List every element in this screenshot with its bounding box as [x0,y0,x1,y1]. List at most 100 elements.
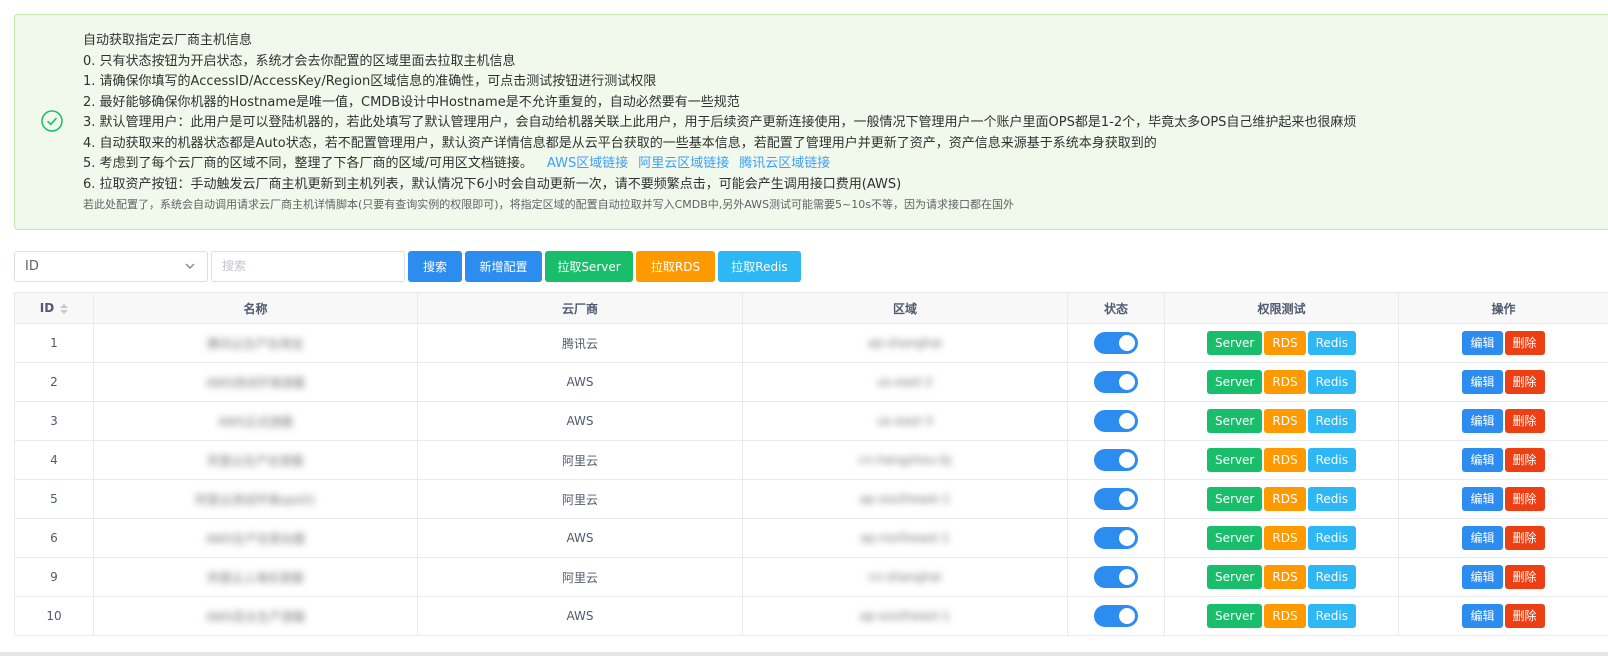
alert-line-3: 3. 默认管理用户：此用户是可以登陆机器的，若此处填写了默认管理用户，会自动给机… [83,115,1357,130]
cell-permission-test: Server RDS Redis [1164,479,1399,519]
table-body: 1 腾讯云生产在用宝 腾讯云 ap-shanghai Server RDS Redis 编辑删… [14,323,1608,636]
status-toggle[interactable] [1094,566,1138,588]
col-actions: 操作 [1398,292,1608,324]
pull-rds-button[interactable]: 拉取RDS [636,250,715,282]
delete-button[interactable]: 删除 [1504,526,1545,550]
cloud-config-table: ID 名称 云厂商 区域 状态 权限测试 操作 1 腾讯云生产在用宝 腾讯云 ap-s… [14,292,1608,636]
sort-icon[interactable] [60,303,69,314]
cell-status [1067,440,1165,480]
toggle-knob [1119,335,1135,351]
cell-region: cn-hangzhou-bj [742,440,1068,480]
search-input[interactable] [211,250,405,282]
cell-actions: 编辑 删除 [1398,557,1608,597]
cell-actions: 编辑 删除 [1398,440,1608,480]
delete-button[interactable]: 删除 [1504,487,1545,511]
cell-vendor: 腾讯云 [417,323,743,363]
cell-region: ap-northeast-1 [742,518,1068,558]
horizontal-scrollbar[interactable] [0,652,1608,656]
search-button[interactable]: 搜索 [408,250,462,282]
delete-button[interactable]: 删除 [1504,370,1545,394]
cell-vendor: AWS [417,596,743,636]
edit-button[interactable]: 编辑 [1462,604,1503,628]
status-toggle[interactable] [1094,488,1138,510]
test-server-button[interactable]: Server [1207,487,1263,511]
table-header-row: ID 名称 云厂商 区域 状态 权限测试 操作 [14,292,1608,324]
status-toggle[interactable] [1094,332,1138,354]
cell-status [1067,401,1165,441]
test-rds-button[interactable]: RDS [1264,487,1306,511]
cell-region: ap-southeast-1 [742,596,1068,636]
status-toggle[interactable] [1094,410,1138,432]
edit-button[interactable]: 编辑 [1462,331,1503,355]
cell-name: 阿里云上海在营服 [93,557,418,597]
test-rds-button[interactable]: RDS [1264,526,1306,550]
cell-actions: 编辑 删除 [1398,518,1608,558]
edit-button[interactable]: 编辑 [1462,487,1503,511]
test-redis-button[interactable]: Redis [1307,487,1356,511]
aws-region-link[interactable]: AWS区域链接 [547,156,628,171]
cell-name-text: 阿里云上海在营服 [207,570,304,585]
alert-line-1: 1. 请确保你填写的AccessID/AccessKey/Region区域信息的… [83,74,657,89]
test-server-button[interactable]: Server [1207,331,1263,355]
delete-button[interactable]: 删除 [1504,565,1545,589]
col-id[interactable]: ID [14,292,94,324]
tencent-region-link[interactable]: 腾讯云区域链接 [739,156,830,171]
status-toggle[interactable] [1094,527,1138,549]
toggle-knob [1119,452,1135,468]
test-redis-button[interactable]: Redis [1307,448,1356,472]
status-toggle[interactable] [1094,605,1138,627]
pull-server-button[interactable]: 拉取Server [545,250,633,282]
delete-button[interactable]: 删除 [1504,604,1545,628]
delete-button[interactable]: 删除 [1504,409,1545,433]
cell-name-text: AWS亚太生产游服 [205,609,306,624]
test-rds-button[interactable]: RDS [1264,604,1306,628]
pull-redis-button[interactable]: 拉取Redis [718,250,801,282]
test-redis-button[interactable]: Redis [1307,370,1356,394]
test-redis-button[interactable]: Redis [1307,604,1356,628]
cell-actions: 编辑 删除 [1398,479,1608,519]
status-toggle[interactable] [1094,449,1138,471]
edit-button[interactable]: 编辑 [1462,409,1503,433]
delete-button[interactable]: 删除 [1504,331,1545,355]
toggle-knob [1119,491,1135,507]
edit-button[interactable]: 编辑 [1462,448,1503,472]
aliyun-region-link[interactable]: 阿里云区域链接 [638,156,729,171]
delete-button[interactable]: 删除 [1504,448,1545,472]
col-name: 名称 [93,292,418,324]
cell-actions: 编辑 删除 [1398,362,1608,402]
test-server-button[interactable]: Server [1207,370,1263,394]
test-redis-button[interactable]: Redis [1307,565,1356,589]
cell-id: 6 [14,518,94,558]
cell-name-text: 阿里云生产在营服 [207,453,304,468]
test-rds-button[interactable]: RDS [1264,331,1306,355]
cell-id: 1 [14,323,94,363]
test-rds-button[interactable]: RDS [1264,370,1306,394]
cell-name: 阿里云生产在营服 [93,440,418,480]
cell-name: 腾讯云生产在用宝 [93,323,418,363]
test-redis-button[interactable]: Redis [1307,526,1356,550]
cell-permission-test: Server RDS Redis [1164,401,1399,441]
edit-button[interactable]: 编辑 [1462,565,1503,589]
cell-id: 5 [14,479,94,519]
cell-name-text: 腾讯云生产在用宝 [207,336,304,351]
test-server-button[interactable]: Server [1207,448,1263,472]
cell-region-text: ap-northeast-1 [860,531,950,545]
test-rds-button[interactable]: RDS [1264,565,1306,589]
test-rds-button[interactable]: RDS [1264,409,1306,433]
cell-name-text: 阿里云测试环境ops01 [195,492,316,507]
search-field-select[interactable]: ID [14,250,208,282]
edit-button[interactable]: 编辑 [1462,526,1503,550]
test-redis-button[interactable]: Redis [1307,331,1356,355]
col-permission-test: 权限测试 [1164,292,1399,324]
cell-region: ap-southeast-1 [742,479,1068,519]
add-config-button[interactable]: 新增配置 [465,250,542,282]
status-toggle[interactable] [1094,371,1138,393]
alert-line-2: 2. 最好能够确保你机器的Hostname是唯一值，CMDB设计中Hostnam… [83,94,740,110]
test-redis-button[interactable]: Redis [1307,409,1356,433]
test-server-button[interactable]: Server [1207,604,1263,628]
test-server-button[interactable]: Server [1207,526,1263,550]
test-server-button[interactable]: Server [1207,409,1263,433]
test-rds-button[interactable]: RDS [1264,448,1306,472]
test-server-button[interactable]: Server [1207,565,1263,589]
edit-button[interactable]: 编辑 [1462,370,1503,394]
